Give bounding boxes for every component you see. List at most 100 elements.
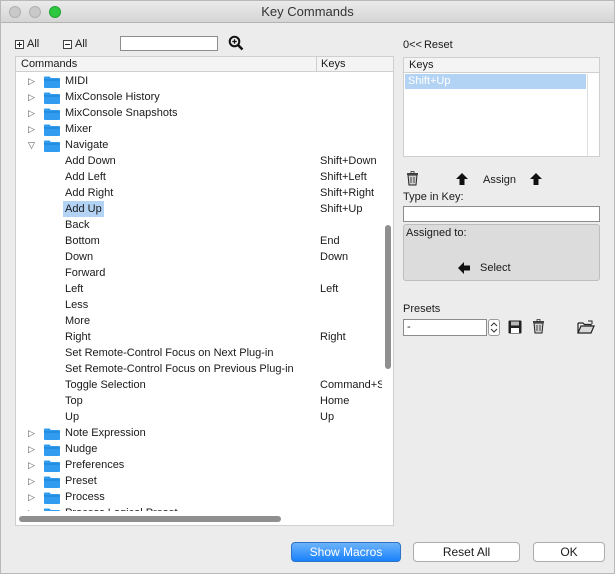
collapse-all-button[interactable]: All: [63, 37, 87, 51]
tree-command-row[interactable]: Set Remote-Control Focus on Next Plug-in: [16, 345, 382, 361]
command-label: Set Remote-Control Focus on Previous Plu…: [65, 363, 294, 375]
preset-stepper[interactable]: [488, 319, 500, 336]
open-folder-icon[interactable]: [577, 320, 595, 334]
group-label: Process Logical Preset: [65, 505, 178, 511]
assigned-to-panel: Assigned to: Select: [403, 224, 600, 281]
arrow-up-icon[interactable]: [530, 173, 542, 185]
tree-group-row[interactable]: ▷ Nudge: [16, 441, 382, 457]
commands-column-header[interactable]: Commands: [21, 58, 77, 70]
disclosure-collapsed-icon[interactable]: ▷: [28, 473, 38, 489]
save-icon[interactable]: [508, 320, 522, 334]
keys-list-item[interactable]: Shift+Up: [405, 74, 586, 89]
tree-command-row[interactable]: Set Remote-Control Focus on Previous Plu…: [16, 361, 382, 377]
tree-command-row[interactable]: Up Up: [16, 409, 382, 425]
keys-column-header[interactable]: Keys: [321, 58, 345, 70]
tree-command-row[interactable]: Top Home: [16, 393, 382, 409]
tree-group-row[interactable]: ▽ Navigate: [16, 137, 382, 153]
command-key: Home: [320, 395, 350, 407]
command-key: Down: [320, 251, 349, 263]
ok-button[interactable]: OK: [533, 542, 605, 562]
folder-icon: [44, 108, 60, 120]
trash-icon[interactable]: [532, 319, 545, 334]
disclosure-collapsed-icon[interactable]: ▷: [28, 441, 38, 457]
folder-icon: [44, 476, 60, 488]
disclosure-collapsed-icon[interactable]: ▷: [28, 121, 38, 137]
command-key: Shift+Down: [320, 155, 377, 167]
presets-label: Presets: [403, 303, 441, 315]
disclosure-expanded-icon[interactable]: ▽: [28, 137, 38, 153]
command-key: Right: [320, 331, 346, 343]
column-divider[interactable]: [316, 57, 317, 72]
tree-command-row[interactable]: Add Down Shift+Down: [16, 153, 382, 169]
search-input[interactable]: [120, 36, 218, 51]
window-title: Key Commands: [261, 4, 354, 19]
assign-row: Assign: [403, 171, 600, 189]
disclosure-collapsed-icon[interactable]: ▷: [28, 73, 38, 89]
tree-group-row[interactable]: ▷ Mixer: [16, 121, 382, 137]
disclosure-collapsed-icon[interactable]: ▷: [28, 457, 38, 473]
folder-icon: [44, 492, 60, 504]
command-label: Right: [65, 331, 91, 343]
arrow-up-icon[interactable]: [456, 173, 468, 185]
expand-all-button[interactable]: All: [15, 37, 39, 51]
command-label: Set Remote-Control Focus on Next Plug-in: [65, 347, 274, 359]
group-label: MIDI: [65, 75, 89, 87]
search-icon[interactable]: [228, 35, 244, 51]
command-label: Up: [65, 411, 80, 423]
command-label: Add Left: [65, 171, 106, 183]
group-label: MixConsole Snapshots: [65, 107, 178, 119]
command-label: Down: [65, 251, 94, 263]
disclosure-collapsed-icon[interactable]: ▷: [28, 89, 38, 105]
tree-command-row[interactable]: Add Right Shift+Right: [16, 185, 382, 201]
show-macros-button[interactable]: Show Macros: [291, 542, 401, 562]
tree-command-row[interactable]: Right Right: [16, 329, 382, 345]
tree-group-row[interactable]: ▷ MixConsole History: [16, 89, 382, 105]
tree-group-row[interactable]: ▷ Process: [16, 489, 382, 505]
tree-command-row[interactable]: Down Down: [16, 249, 382, 265]
trash-icon[interactable]: [406, 171, 419, 186]
tree-command-row[interactable]: Forward: [16, 265, 382, 281]
command-label: Less: [65, 299, 89, 311]
command-key: End: [320, 235, 340, 247]
disclosure-collapsed-icon[interactable]: ▷: [28, 105, 38, 121]
horizontal-scrollbar[interactable]: [16, 513, 393, 525]
command-key: Shift+Up: [320, 203, 363, 215]
vertical-scroll-thumb[interactable]: [385, 225, 391, 369]
command-label: Toggle Selection: [65, 379, 146, 391]
tree-command-row[interactable]: More: [16, 313, 382, 329]
tree-command-row[interactable]: Left Left: [16, 281, 382, 297]
tree-command-row[interactable]: Add Left Shift+Left: [16, 169, 382, 185]
vertical-scrollbar[interactable]: [384, 73, 393, 511]
type-in-key-input[interactable]: [403, 206, 600, 222]
folder-icon: [44, 508, 60, 511]
command-label: Add Right: [65, 187, 114, 199]
horizontal-scroll-thumb[interactable]: [19, 516, 281, 522]
tree-group-row[interactable]: ▷ MixConsole Snapshots: [16, 105, 382, 121]
tree-command-row[interactable]: Toggle Selection Command+S: [16, 377, 382, 393]
folder-icon: [44, 460, 60, 472]
reset-all-button[interactable]: Reset All: [413, 542, 520, 562]
tree-command-row[interactable]: Add Up Shift+Up: [16, 201, 382, 217]
folder-icon: [44, 76, 60, 88]
keys-list: Keys Shift+Up: [403, 57, 600, 157]
disclosure-collapsed-icon[interactable]: ▷: [28, 489, 38, 505]
select-button[interactable]: Select: [458, 262, 511, 274]
tree-command-row[interactable]: Bottom End: [16, 233, 382, 249]
tree-command-row[interactable]: Less: [16, 297, 382, 313]
assign-label[interactable]: Assign: [483, 174, 516, 186]
tree-group-row[interactable]: ▷ Note Expression: [16, 425, 382, 441]
tree-group-row[interactable]: ▷ MIDI: [16, 73, 382, 89]
folder-icon: [44, 124, 60, 136]
tree-command-row[interactable]: Back: [16, 217, 382, 233]
command-key: Shift+Left: [320, 171, 367, 183]
tree-group-row[interactable]: ▷ Process Logical Preset: [16, 505, 382, 511]
reset-button[interactable]: 0<< Reset: [403, 39, 453, 51]
tree-group-row[interactable]: ▷ Preset: [16, 473, 382, 489]
command-key: Left: [320, 283, 339, 295]
tree-group-row[interactable]: ▷ Preferences: [16, 457, 382, 473]
folder-icon: [44, 140, 60, 152]
disclosure-collapsed-icon[interactable]: ▷: [28, 505, 38, 511]
disclosure-collapsed-icon[interactable]: ▷: [28, 425, 38, 441]
command-label: Left: [65, 283, 84, 295]
preset-select[interactable]: -: [403, 319, 487, 336]
